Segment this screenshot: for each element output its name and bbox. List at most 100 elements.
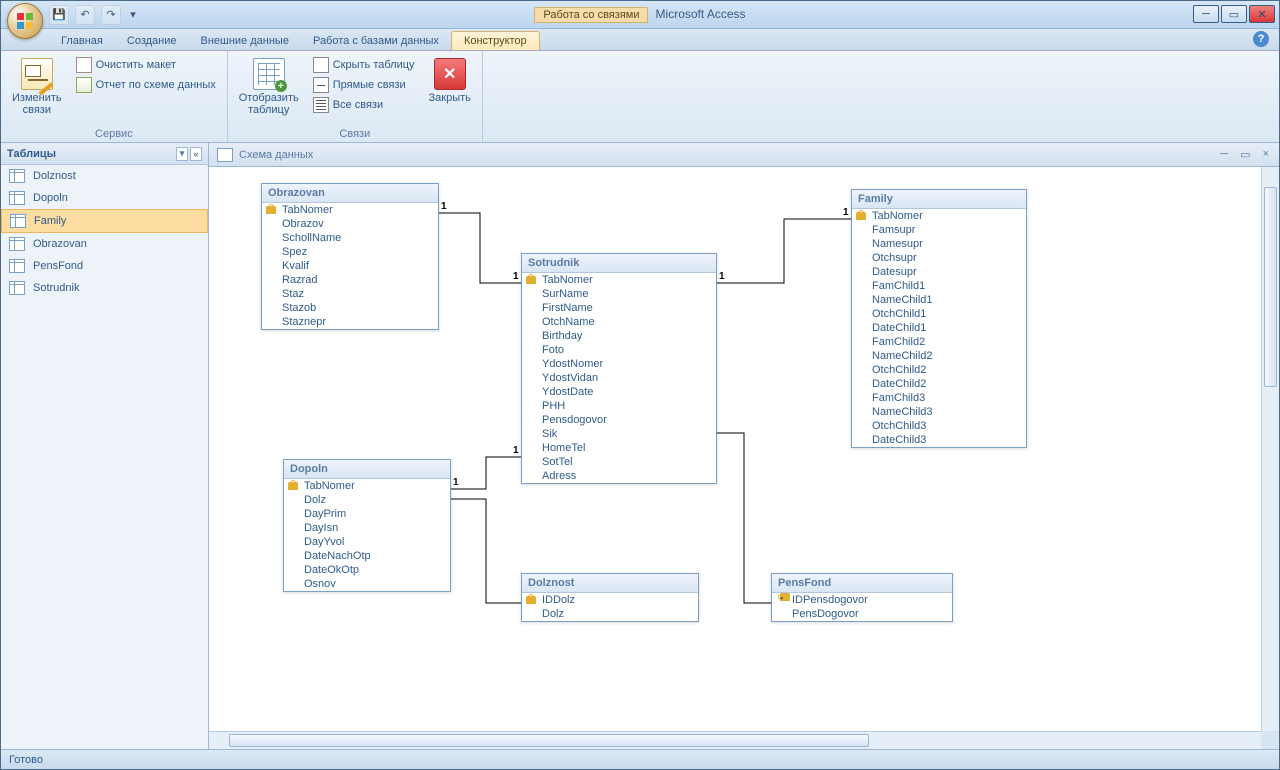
qat-undo-icon[interactable]: ↶ <box>75 5 95 25</box>
field[interactable]: IDPensdogovor <box>772 593 952 607</box>
ribbon-tab-Работа с базами данных[interactable]: Работа с базами данных <box>301 32 451 50</box>
qat-save-icon[interactable]: 💾 <box>49 5 69 25</box>
clear-layout-button[interactable]: Очистить макет <box>71 55 221 75</box>
nav-item-obrazovan[interactable]: Obrazovan <box>1 233 208 255</box>
field[interactable]: DateChild2 <box>852 377 1026 391</box>
help-icon[interactable]: ? <box>1253 31 1269 47</box>
field[interactable]: FamChild2 <box>852 335 1026 349</box>
field[interactable]: Namesupr <box>852 237 1026 251</box>
field[interactable]: Otchsupr <box>852 251 1026 265</box>
field[interactable]: Staz <box>262 287 438 301</box>
relationships-canvas[interactable]: 111111 ObrazovanTabNomerObrazovSchollNam… <box>209 167 1261 731</box>
field[interactable]: Osnov <box>284 577 450 591</box>
nav-collapse-icon[interactable]: « <box>190 147 202 161</box>
field[interactable]: FirstName <box>522 301 716 315</box>
nav-item-family[interactable]: Family <box>1 209 208 233</box>
field[interactable]: OtchChild3 <box>852 419 1026 433</box>
doc-close-icon[interactable]: × <box>1263 148 1269 161</box>
field[interactable]: Birthday <box>522 329 716 343</box>
minimize-button[interactable]: ─ <box>1193 5 1219 23</box>
field[interactable]: Adress <box>522 469 716 483</box>
maximize-button[interactable]: ▭ <box>1221 5 1247 23</box>
field[interactable]: FamChild3 <box>852 391 1026 405</box>
field[interactable]: Famsupr <box>852 223 1026 237</box>
field[interactable]: SurName <box>522 287 716 301</box>
show-table-button[interactable]: + Отобразить таблицу <box>234 55 304 119</box>
field[interactable]: SchollName <box>262 231 438 245</box>
field[interactable]: HomeTel <box>522 441 716 455</box>
field[interactable]: Razrad <box>262 273 438 287</box>
field[interactable]: Kvalif <box>262 259 438 273</box>
qat-dropdown-icon[interactable]: ▾ <box>127 5 139 25</box>
field[interactable]: YdostDate <box>522 385 716 399</box>
table-box-family[interactable]: FamilyTabNomerFamsuprNamesuprOtchsuprDat… <box>851 189 1027 448</box>
vertical-scrollbar[interactable] <box>1261 167 1279 731</box>
nav-dropdown-icon[interactable]: ▾ <box>176 147 188 161</box>
svg-text:1: 1 <box>513 445 519 456</box>
table-box-dopoln[interactable]: DopolnTabNomerDolzDayPrimDayIsnDayYvolDa… <box>283 459 451 592</box>
field[interactable]: Datesupr <box>852 265 1026 279</box>
qat-redo-icon[interactable]: ↷ <box>101 5 121 25</box>
nav-item-sotrudnik[interactable]: Sotrudnik <box>1 277 208 299</box>
ribbon-tab-Внешние данные[interactable]: Внешние данные <box>189 32 301 50</box>
nav-item-dolznost[interactable]: Dolznost <box>1 165 208 187</box>
hide-table-button[interactable]: Скрыть таблицу <box>308 55 420 75</box>
field[interactable]: Foto <box>522 343 716 357</box>
field[interactable]: DateNachOtp <box>284 549 450 563</box>
field[interactable]: OtchName <box>522 315 716 329</box>
field[interactable]: NameChild3 <box>852 405 1026 419</box>
field[interactable]: SotTel <box>522 455 716 469</box>
field[interactable]: Spez <box>262 245 438 259</box>
field[interactable]: Sik <box>522 427 716 441</box>
field[interactable]: DateChild1 <box>852 321 1026 335</box>
document-tab[interactable]: Схема данных ─ ▭ × <box>209 143 1279 167</box>
nav-header[interactable]: Таблицы ▾« <box>1 143 208 165</box>
field[interactable]: YdostVidan <box>522 371 716 385</box>
close-relations-button[interactable]: ✕ Закрыть <box>424 55 476 107</box>
field[interactable]: PHH <box>522 399 716 413</box>
field[interactable]: DateOkOtp <box>284 563 450 577</box>
field[interactable]: NameChild2 <box>852 349 1026 363</box>
office-button[interactable] <box>7 3 43 39</box>
ribbon-tab-Создание[interactable]: Создание <box>115 32 189 50</box>
svg-text:1: 1 <box>843 207 849 218</box>
table-box-dolznost[interactable]: DolznostIDDolzDolz <box>521 573 699 622</box>
field[interactable]: Dolz <box>284 493 450 507</box>
ribbon-tab-Главная[interactable]: Главная <box>49 32 115 50</box>
doc-restore-icon[interactable]: ▭ <box>1240 148 1250 161</box>
table-box-obrazovan[interactable]: ObrazovanTabNomerObrazovSchollNameSpezKv… <box>261 183 439 330</box>
field[interactable]: OtchChild2 <box>852 363 1026 377</box>
field[interactable]: Pensdogovor <box>522 413 716 427</box>
field[interactable]: DayIsn <box>284 521 450 535</box>
table-box-pensfond[interactable]: PensFondIDPensdogovorPensDogovor <box>771 573 953 622</box>
field[interactable]: DayYvol <box>284 535 450 549</box>
field[interactable]: DateChild3 <box>852 433 1026 447</box>
all-links-button[interactable]: Все связи <box>308 95 420 115</box>
doc-minimize-icon[interactable]: ─ <box>1220 148 1228 161</box>
field[interactable]: TabNomer <box>262 203 438 217</box>
field[interactable]: FamChild1 <box>852 279 1026 293</box>
nav-item-dopoln[interactable]: Dopoln <box>1 187 208 209</box>
field[interactable]: TabNomer <box>852 209 1026 223</box>
field[interactable]: YdostNomer <box>522 357 716 371</box>
field[interactable]: OtchChild1 <box>852 307 1026 321</box>
nav-item-pensfond[interactable]: PensFond <box>1 255 208 277</box>
field[interactable]: NameChild1 <box>852 293 1026 307</box>
field[interactable]: TabNomer <box>284 479 450 493</box>
field[interactable]: Staznepr <box>262 315 438 329</box>
edit-relations-button[interactable]: Изменить связи <box>7 55 67 119</box>
field[interactable]: Dolz <box>522 607 698 621</box>
field[interactable]: DayPrim <box>284 507 450 521</box>
field[interactable]: IDDolz <box>522 593 698 607</box>
field[interactable]: PensDogovor <box>772 607 952 621</box>
table-box-sotrudnik[interactable]: SotrudnikTabNomerSurNameFirstNameOtchNam… <box>521 253 717 484</box>
ribbon-tab-Конструктор[interactable]: Конструктор <box>451 31 540 50</box>
schema-report-button[interactable]: Отчет по схеме данных <box>71 75 221 95</box>
field[interactable]: TabNomer <box>522 273 716 287</box>
close-button[interactable]: ✕ <box>1249 5 1275 23</box>
direct-links-button[interactable]: Прямые связи <box>308 75 420 95</box>
app-window: 💾 ↶ ↷ ▾ Работа со связями Microsoft Acce… <box>0 0 1280 770</box>
field[interactable]: Obrazov <box>262 217 438 231</box>
horizontal-scrollbar[interactable] <box>209 731 1261 749</box>
field[interactable]: Stazob <box>262 301 438 315</box>
